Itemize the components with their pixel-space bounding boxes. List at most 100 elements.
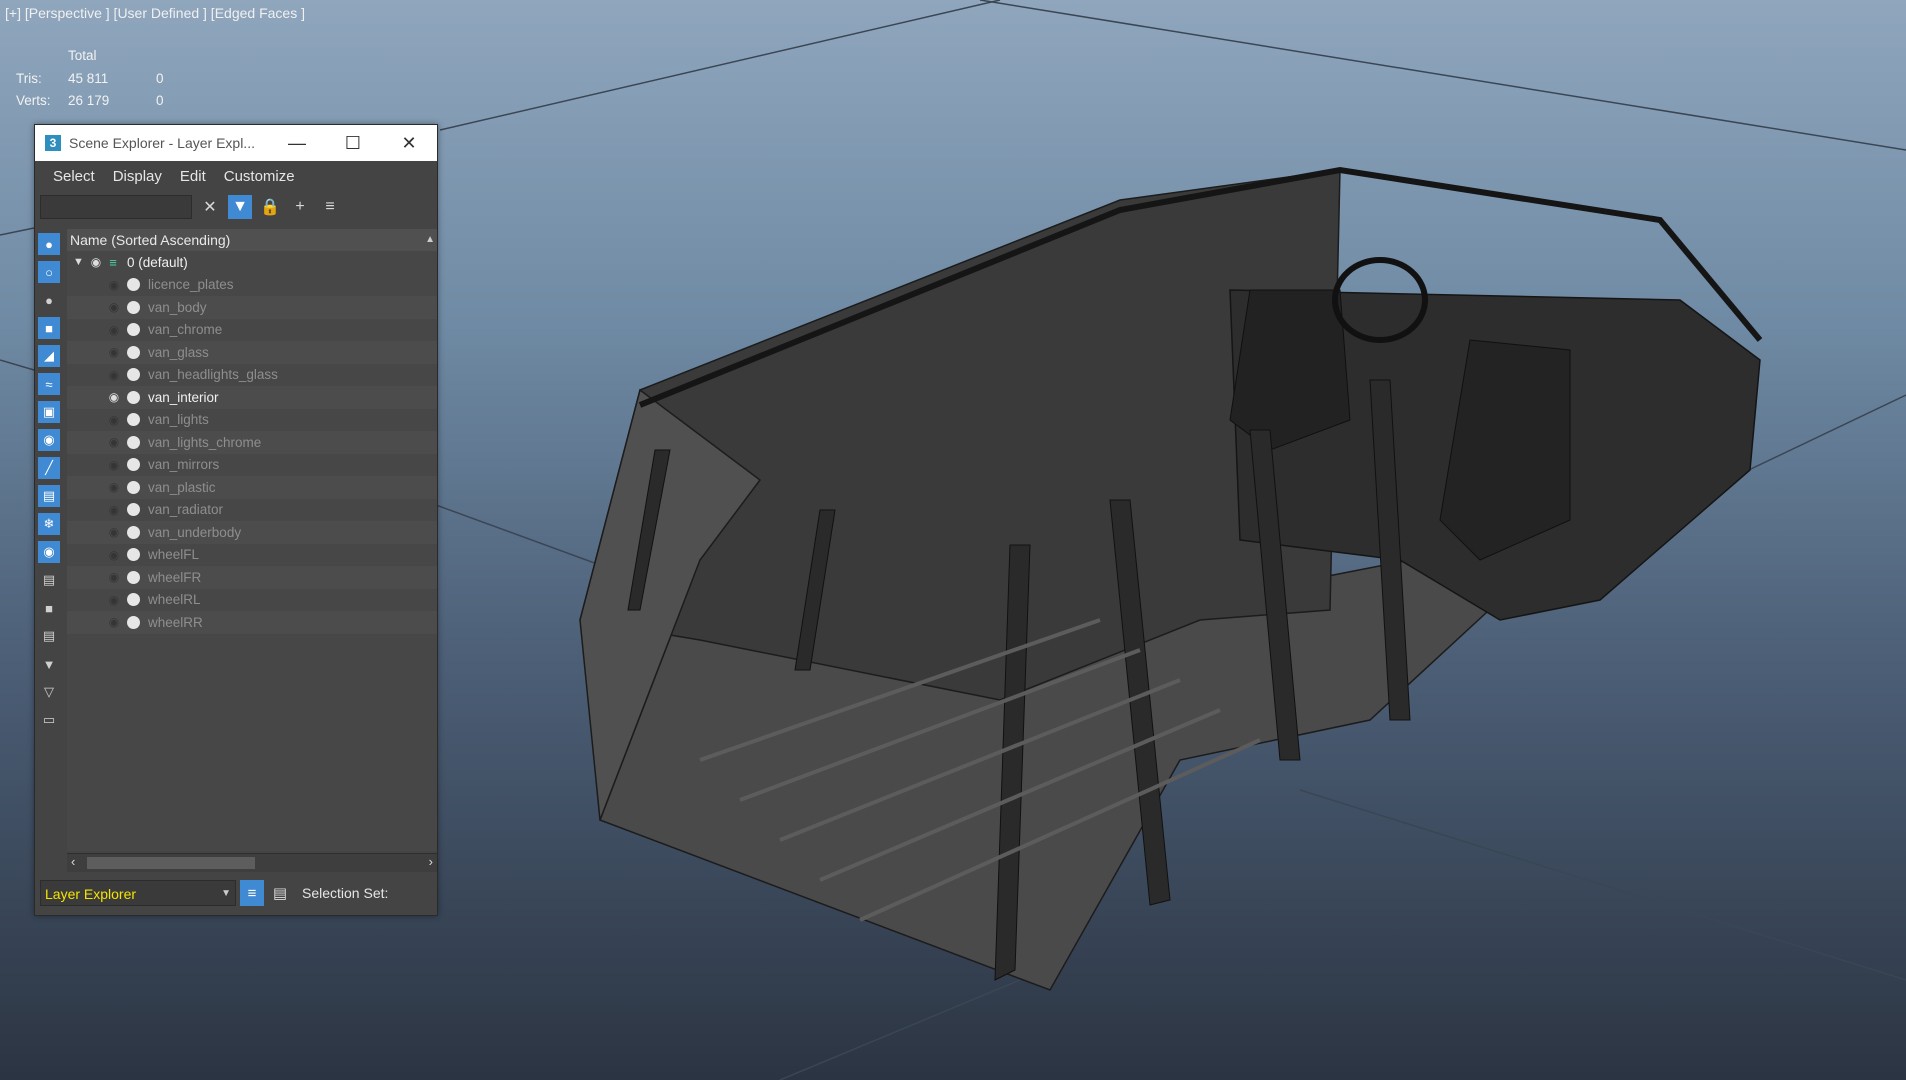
render-dot-icon[interactable] bbox=[127, 570, 140, 584]
sort-by-layer-icon[interactable]: ≡ bbox=[240, 880, 264, 906]
display-none-icon[interactable]: ■ bbox=[38, 597, 60, 619]
helpers-filter-icon[interactable]: ◢ bbox=[38, 345, 60, 367]
maximize-button[interactable]: ☐ bbox=[325, 125, 381, 161]
filter-selection-icon[interactable]: ▼ bbox=[38, 653, 60, 675]
stats-header: Total bbox=[68, 48, 97, 64]
lock-icon[interactable]: 🔒 bbox=[258, 195, 282, 219]
object-row[interactable]: ◉ van_interior bbox=[67, 386, 437, 409]
filter-icon[interactable]: ▼ bbox=[228, 195, 252, 219]
eye-icon[interactable]: ◉ bbox=[105, 570, 123, 584]
render-dot-icon[interactable] bbox=[127, 413, 140, 427]
expand-triangle-icon[interactable]: ▼ bbox=[73, 256, 87, 268]
add-layer-icon[interactable]: + bbox=[288, 195, 312, 219]
hidden-filter-icon[interactable]: ◉ bbox=[38, 541, 60, 563]
object-row[interactable]: ◉ van_chrome bbox=[67, 319, 437, 342]
object-row[interactable]: ◉ van_body bbox=[67, 296, 437, 319]
eye-icon[interactable]: ◉ bbox=[87, 255, 105, 269]
eye-icon[interactable]: ◉ bbox=[105, 323, 123, 337]
render-dot-icon[interactable] bbox=[127, 435, 140, 449]
render-dot-icon[interactable] bbox=[127, 390, 140, 404]
object-name: wheelFL bbox=[148, 547, 200, 563]
object-row[interactable]: ◉ van_mirrors bbox=[67, 454, 437, 477]
eye-icon[interactable]: ◉ bbox=[105, 368, 123, 382]
search-input[interactable] bbox=[40, 195, 192, 219]
eye-icon[interactable]: ◉ bbox=[105, 615, 123, 629]
eye-icon[interactable]: ◉ bbox=[105, 525, 123, 539]
collapse-icon[interactable]: ▭ bbox=[38, 709, 60, 731]
eye-icon[interactable]: ◉ bbox=[105, 593, 123, 607]
eye-icon[interactable]: ◉ bbox=[105, 435, 123, 449]
menu-select[interactable]: Select bbox=[53, 168, 95, 185]
render-dot-icon[interactable] bbox=[127, 300, 140, 314]
object-row[interactable]: ◉ van_radiator bbox=[67, 499, 437, 522]
object-row[interactable]: ◉ wheelFL bbox=[67, 544, 437, 567]
render-dot-icon[interactable] bbox=[127, 323, 140, 337]
object-name: wheelRR bbox=[148, 614, 203, 630]
groups-filter-icon[interactable]: ▣ bbox=[38, 401, 60, 423]
shapes-filter-icon[interactable]: ○ bbox=[38, 261, 60, 283]
scroll-right-icon[interactable]: › bbox=[429, 854, 433, 869]
render-dot-icon[interactable] bbox=[127, 593, 140, 607]
menu-edit[interactable]: Edit bbox=[180, 168, 206, 185]
layers-icon[interactable]: ≡ bbox=[318, 195, 342, 219]
layer-row-default[interactable]: ▼ ◉ ≡ 0 (default) bbox=[67, 251, 437, 274]
close-button[interactable]: ✕ bbox=[381, 125, 437, 161]
object-row[interactable]: ◉ wheelRL bbox=[67, 589, 437, 612]
menu-customize[interactable]: Customize bbox=[224, 168, 295, 185]
minimize-button[interactable]: — bbox=[269, 125, 325, 161]
sort-ascending-icon: ▲ bbox=[425, 234, 435, 245]
render-dot-icon[interactable] bbox=[127, 480, 140, 494]
layer-stack-icon: ≡ bbox=[109, 254, 117, 270]
geometry-filter-icon[interactable]: ● bbox=[38, 233, 60, 255]
render-dot-icon[interactable] bbox=[127, 278, 140, 292]
eye-icon[interactable]: ◉ bbox=[105, 503, 123, 517]
viewport-label[interactable]: [+] [Perspective ] [User Defined ] [Edge… bbox=[5, 5, 305, 21]
eye-icon[interactable]: ◉ bbox=[105, 458, 123, 472]
xrefs-filter-icon[interactable]: ◉ bbox=[38, 429, 60, 451]
eye-icon[interactable]: ◉ bbox=[105, 413, 123, 427]
lights-filter-icon[interactable]: ● bbox=[38, 289, 60, 311]
object-name: van_lights bbox=[148, 412, 209, 428]
scroll-thumb[interactable] bbox=[87, 857, 255, 869]
render-dot-icon[interactable] bbox=[127, 525, 140, 539]
bones-filter-icon[interactable]: ╱ bbox=[38, 457, 60, 479]
clear-search-icon[interactable]: ✕ bbox=[198, 195, 222, 219]
object-row[interactable]: ◉ van_plastic bbox=[67, 476, 437, 499]
render-dot-icon[interactable] bbox=[127, 345, 140, 359]
containers-filter-icon[interactable]: ▤ bbox=[38, 485, 60, 507]
render-dot-icon[interactable] bbox=[127, 503, 140, 517]
selection-set-label[interactable]: Selection Set: bbox=[302, 885, 388, 901]
space-warps-filter-icon[interactable]: ≈ bbox=[38, 373, 60, 395]
eye-icon[interactable]: ◉ bbox=[105, 548, 123, 562]
horizontal-scrollbar[interactable]: ‹ › bbox=[67, 853, 437, 872]
object-row[interactable]: ◉ van_lights_chrome bbox=[67, 431, 437, 454]
display-all-icon[interactable]: ▤ bbox=[38, 569, 60, 591]
stats-total: 45 811 bbox=[68, 70, 109, 86]
eye-icon[interactable]: ◉ bbox=[105, 480, 123, 494]
eye-icon[interactable]: ◉ bbox=[105, 300, 123, 314]
eye-icon[interactable]: ◉ bbox=[105, 278, 123, 292]
object-row[interactable]: ◉ wheelRR bbox=[67, 611, 437, 634]
eye-icon[interactable]: ◉ bbox=[105, 390, 123, 404]
render-dot-icon[interactable] bbox=[127, 615, 140, 629]
explorer-mode-dropdown[interactable]: Layer Explorer ▼ bbox=[40, 880, 236, 906]
render-dot-icon[interactable] bbox=[127, 458, 140, 472]
name-column-header[interactable]: Name (Sorted Ascending) ▲ bbox=[67, 229, 437, 251]
cameras-filter-icon[interactable]: ■ bbox=[38, 317, 60, 339]
sort-by-hierarchy-icon[interactable]: ▤ bbox=[268, 880, 292, 906]
object-row[interactable]: ◉ van_glass bbox=[67, 341, 437, 364]
frozen-filter-icon[interactable]: ❄ bbox=[38, 513, 60, 535]
object-row[interactable]: ◉ van_underbody bbox=[67, 521, 437, 544]
object-row[interactable]: ◉ van_lights bbox=[67, 409, 437, 432]
render-dot-icon[interactable] bbox=[127, 368, 140, 382]
object-row[interactable]: ◉ van_headlights_glass bbox=[67, 364, 437, 387]
eye-icon[interactable]: ◉ bbox=[105, 345, 123, 359]
scroll-left-icon[interactable]: ‹ bbox=[71, 854, 75, 869]
menu-display[interactable]: Display bbox=[113, 168, 162, 185]
object-row[interactable]: ◉ licence_plates bbox=[67, 274, 437, 297]
invert-display-icon[interactable]: ▤ bbox=[38, 625, 60, 647]
title-bar[interactable]: 3 Scene Explorer - Layer Expl... — ☐ ✕ bbox=[35, 125, 437, 161]
filter-children-icon[interactable]: ▽ bbox=[38, 681, 60, 703]
render-dot-icon[interactable] bbox=[127, 548, 140, 562]
object-row[interactable]: ◉ wheelFR bbox=[67, 566, 437, 589]
